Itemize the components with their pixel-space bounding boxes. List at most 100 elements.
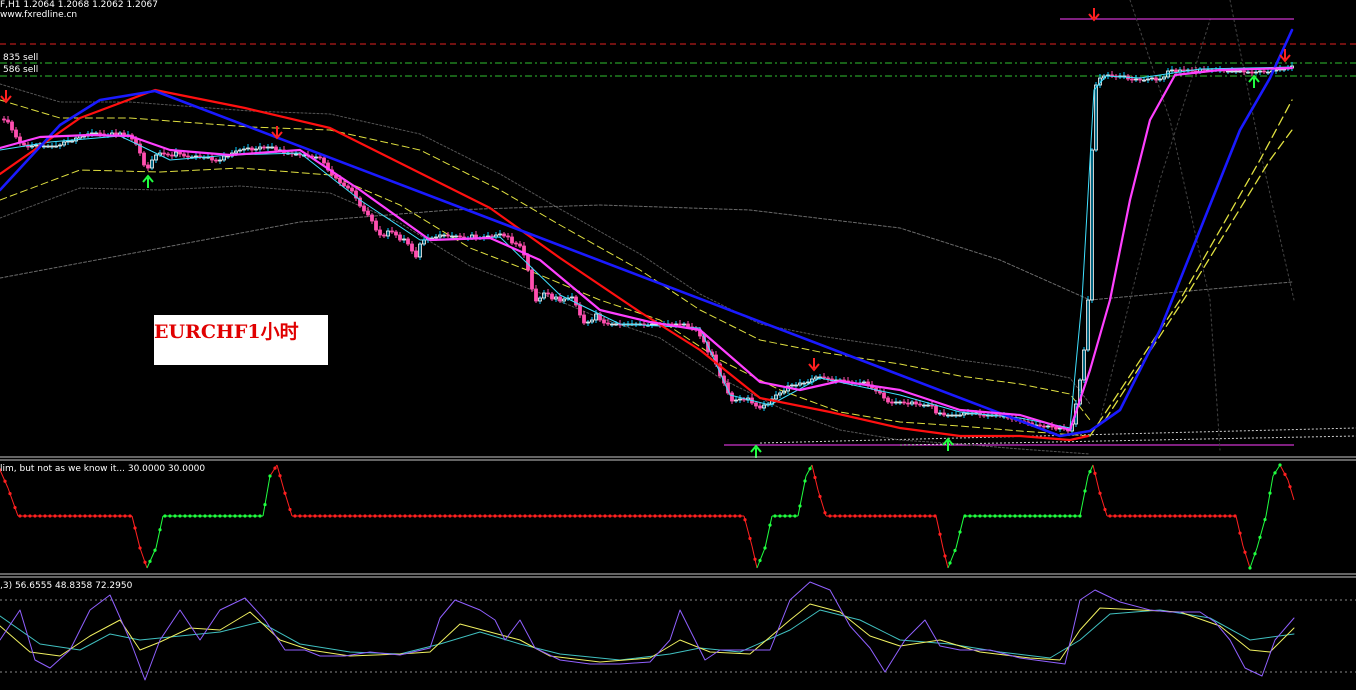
ind1-dot [228,514,232,518]
ind1-dot [348,514,352,518]
ind1-dot [493,514,497,518]
ind1-dot [498,514,502,518]
ind1-dot [643,514,647,518]
ind1-dot [1073,514,1077,518]
ind1-dot [1158,514,1162,518]
ind1-dot [738,514,742,518]
ind1-dot [878,514,882,518]
ind1-dot [658,514,662,518]
candle-body [370,214,374,222]
ind1-dot [313,514,317,518]
ind1-dot [1038,514,1042,518]
ind1-dot [763,546,767,550]
candle-body [758,405,762,409]
ind1-dot [1263,517,1267,522]
ind1-dot [113,514,117,518]
ind1-dot [3,479,7,483]
candle-body [198,155,202,158]
candle-body [1250,71,1254,74]
ind1-dot [518,514,522,518]
candle-body [982,414,986,417]
annotation-text: EURCHF1小时 [154,321,299,343]
candle-body [166,153,170,156]
ind1-dot [53,514,57,518]
ind1-dot [578,514,582,518]
ind1-dot [538,514,542,518]
ind1-dot [758,558,762,563]
ind1-dot [873,514,877,518]
ind1-dot [278,474,282,478]
ind1-dot [788,514,792,518]
ind1-dot [1208,514,1212,518]
ind1-dot [628,514,632,518]
ind1-dot [298,514,302,518]
ind1-dot [438,514,442,518]
ind1-dot [468,514,472,518]
ind1-dot [523,514,527,518]
ind1-dot [598,514,602,518]
ind1-dot [833,514,837,518]
ind1-dot [963,514,967,518]
candle-body [6,119,10,123]
ind1-dot [213,514,217,518]
ind1-dot [1018,514,1022,518]
candle-body [414,250,418,258]
ind1-dot [163,514,167,518]
ind1-dot [728,514,732,518]
ind1-dot [188,514,192,518]
ind1-dot [1118,514,1122,518]
candle-body [274,146,278,151]
ind1-dot [908,514,912,518]
ind1-dot [208,514,212,518]
candle-body [822,376,826,379]
ind1-dot [583,514,587,518]
ind1-dot [568,514,572,518]
candle-body [406,238,410,245]
ind1-dot [1088,470,1092,474]
candle-body [1130,78,1134,81]
candle-body [942,412,946,416]
candle-body [446,234,450,237]
ind1-dot [638,514,642,518]
candle-body [458,235,462,238]
candle-body [2,118,6,121]
ind1-dot [883,514,887,518]
ind1-dot [593,514,597,518]
ind1-dot [1143,514,1147,518]
ind1-dot [183,514,187,518]
candle-body [754,402,758,407]
candle-body [886,397,890,403]
ind1-dot [448,514,452,518]
ind1-dot [893,514,897,518]
ind1-dot [1233,514,1237,518]
candle-body [398,234,402,241]
ind1-dot [1243,550,1247,554]
ind1-dot [798,504,802,508]
ind1-dot [338,514,342,518]
ind1-dot [848,514,852,518]
ind1-dot [898,514,902,518]
ind1-dot [868,514,872,518]
candle-body [934,405,938,414]
ind1-dot [543,514,547,518]
ind1-dot [618,514,622,518]
ind1-dot [1153,514,1157,518]
candle-body [550,293,554,300]
ind1-dot [943,554,947,558]
candle-body [602,319,606,324]
candle-body [510,236,514,244]
ind1-dot [293,514,297,518]
candle-body [1262,70,1266,73]
ind1-dot [713,514,717,518]
candle-body [170,154,174,157]
ind1-dot [378,514,382,518]
ind1-dot [248,514,252,518]
ind1-dot [503,514,507,518]
ind1-dot [23,514,27,518]
ind1-dot [553,514,557,518]
candle-body [1042,425,1046,428]
ind1-dot [423,514,427,518]
ind1-dot [78,514,82,518]
ind1-dot [418,514,422,518]
indicator2-label: ,3) 56.6555 48.8358 72.2950 [0,581,133,591]
